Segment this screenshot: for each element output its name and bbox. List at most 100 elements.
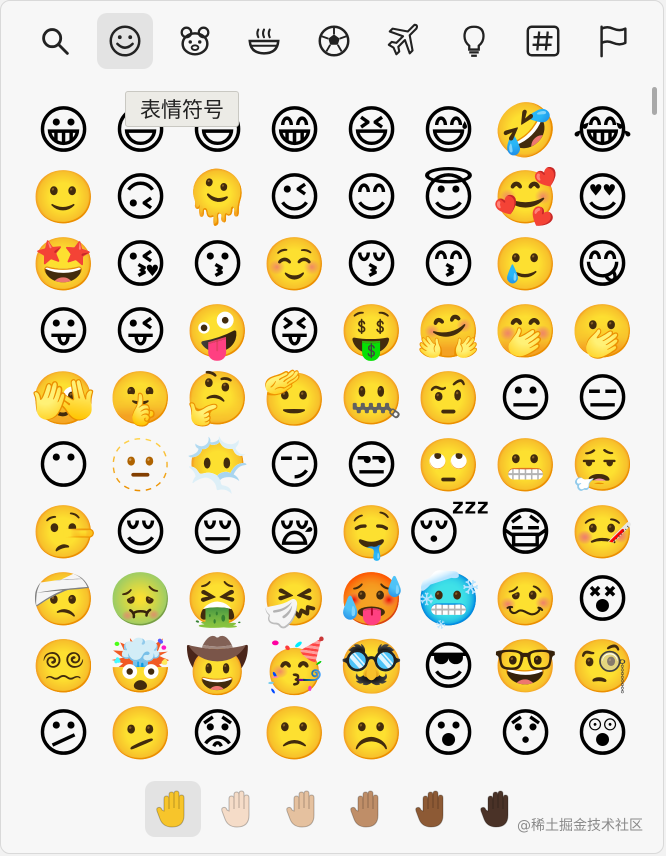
emoji-cell[interactable]: 🤑 <box>333 298 410 365</box>
category-flags-button[interactable] <box>585 13 641 69</box>
emoji-cell[interactable]: 🙄 <box>410 432 487 499</box>
emoji-cell[interactable]: 😯 <box>487 700 564 767</box>
emoji-cell[interactable]: 😏 <box>256 432 333 499</box>
emoji-cell[interactable]: 😇 <box>410 164 487 231</box>
raised-hand-icon <box>480 790 509 828</box>
emoji-cell[interactable]: 😚 <box>333 231 410 298</box>
skin-tone-button[interactable] <box>275 781 331 837</box>
emoji-cell[interactable]: 🙃 <box>102 164 179 231</box>
emoji-cell[interactable]: 🤨 <box>410 365 487 432</box>
emoji-cell[interactable]: 😜 <box>102 298 179 365</box>
emoji-cell[interactable]: 😘 <box>102 231 179 298</box>
emoji-cell[interactable]: 😵 <box>564 566 641 633</box>
emoji-cell[interactable]: 😟 <box>179 700 256 767</box>
emoji-grid: 😀 😃 😄 😁 😆 😅 🤣 😂 🙂 🙃 🫠 😉 😊 😇 🥰 😍 🤩 😘 😗 ☺️ 😚 😙 🥲 😋 😛 😜 🤪 😝 🤑 🤗 🤭 🫢 🫣 🤫 🤔 🫡 🤐 🤨 😐… <box>25 97 641 767</box>
emoji-cell[interactable]: 🤣 <box>487 97 564 164</box>
scrollbar[interactable] <box>652 87 657 115</box>
emoji-cell[interactable]: 😛 <box>25 298 102 365</box>
category-travel-button[interactable] <box>376 13 432 69</box>
emoji-cell[interactable]: 😆 <box>333 97 410 164</box>
emoji-cell[interactable]: 🤯 <box>102 633 179 700</box>
emoji-cell[interactable]: 😀 <box>25 97 102 164</box>
emoji-cell[interactable]: 😔 <box>179 499 256 566</box>
emoji-cell[interactable]: 🫠 <box>179 164 256 231</box>
raised-hand-icon <box>221 790 250 828</box>
category-food-button[interactable] <box>236 13 292 69</box>
emoji-cell[interactable]: 🫤 <box>102 700 179 767</box>
skin-tone-button[interactable] <box>339 781 395 837</box>
skin-tone-button[interactable] <box>145 781 201 837</box>
emoji-cell[interactable]: 😂 <box>564 97 641 164</box>
emoji-cell[interactable]: 🤔 <box>179 365 256 432</box>
emoji-cell[interactable]: 🤢 <box>102 566 179 633</box>
emoji-cell[interactable]: 🤠 <box>179 633 256 700</box>
emoji-cell[interactable]: 🤒 <box>564 499 641 566</box>
emoji-cell[interactable]: 🥵 <box>333 566 410 633</box>
emoji-cell[interactable]: 😬 <box>487 432 564 499</box>
emoji-cell[interactable]: 😑 <box>564 365 641 432</box>
emoji-cell[interactable]: 🥲 <box>487 231 564 298</box>
emoji-cell[interactable]: 🤭 <box>487 298 564 365</box>
category-objects-button[interactable] <box>446 13 502 69</box>
emoji-cell[interactable]: 🥶 <box>410 566 487 633</box>
emoji-cell[interactable]: 🫣 <box>25 365 102 432</box>
category-animals-button[interactable] <box>167 13 223 69</box>
emoji-cell[interactable]: 😵‍💫 <box>25 633 102 700</box>
category-activity-button[interactable] <box>306 13 362 69</box>
emoji-cell[interactable]: 🤗 <box>410 298 487 365</box>
emoji-cell[interactable]: ☹️ <box>333 700 410 767</box>
emoji-cell[interactable]: 🫡 <box>256 365 333 432</box>
category-symbols-button[interactable] <box>515 13 571 69</box>
emoji-cell[interactable]: ☺️ <box>256 231 333 298</box>
raised-hand-icon <box>350 790 379 828</box>
food-icon <box>248 28 280 55</box>
emoji-cell[interactable]: 🥸 <box>333 633 410 700</box>
search-button[interactable] <box>27 13 83 69</box>
emoji-cell[interactable]: 😒 <box>333 432 410 499</box>
emoji-cell[interactable]: 😮‍💨 <box>564 432 641 499</box>
emoji-cell[interactable]: 🤧 <box>256 566 333 633</box>
emoji-cell[interactable]: 🥴 <box>487 566 564 633</box>
emoji-cell[interactable]: 🥰 <box>487 164 564 231</box>
emoji-cell[interactable]: 🤥 <box>25 499 102 566</box>
emoji-cell[interactable]: 😴 <box>407 499 490 566</box>
emoji-cell[interactable]: 😪 <box>256 499 333 566</box>
emoji-cell[interactable]: 🧐 <box>564 633 641 700</box>
emoji-cell[interactable]: 🙂 <box>25 164 102 231</box>
soccer-ball-icon <box>318 25 350 57</box>
emoji-cell[interactable]: 🫢 <box>564 298 641 365</box>
emoji-cell[interactable]: 😶 <box>25 432 102 499</box>
emoji-cell[interactable]: 😐 <box>487 365 564 432</box>
emoji-cell[interactable]: 😋 <box>564 231 641 298</box>
emoji-cell[interactable]: 🤓 <box>487 633 564 700</box>
emoji-cell[interactable]: 😮 <box>410 700 487 767</box>
emoji-cell[interactable]: 😷 <box>487 499 564 566</box>
emoji-cell[interactable]: 🥳 <box>256 633 333 700</box>
emoji-cell[interactable]: 🤕 <box>25 566 102 633</box>
emoji-cell[interactable]: 😌 <box>102 499 179 566</box>
emoji-cell[interactable]: 🙁 <box>256 700 333 767</box>
emoji-cell[interactable]: 😁 <box>256 97 333 164</box>
emoji-cell[interactable]: 🤤 <box>333 499 410 566</box>
emoji-cell[interactable]: 😍 <box>564 164 641 231</box>
emoji-cell[interactable]: 😎 <box>410 633 487 700</box>
emoji-cell[interactable]: 😲 <box>564 700 641 767</box>
emoji-cell[interactable]: 🤐 <box>333 365 410 432</box>
skin-tone-button[interactable] <box>404 781 460 837</box>
emoji-cell[interactable]: 😶‍🌫️ <box>179 432 256 499</box>
emoji-cell[interactable]: 😝 <box>256 298 333 365</box>
emoji-cell[interactable]: 🤮 <box>179 566 256 633</box>
emoji-cell[interactable]: 😉 <box>256 164 333 231</box>
emoji-cell[interactable]: 🤪 <box>179 298 256 365</box>
category-smileys-button[interactable] <box>96 13 153 69</box>
skin-tone-button[interactable] <box>210 781 266 837</box>
emoji-cell[interactable]: 🤩 <box>25 231 102 298</box>
emoji-cell[interactable]: 🫥 <box>102 432 179 499</box>
emoji-cell[interactable]: 😕 <box>25 700 102 767</box>
airplane-icon <box>387 23 418 56</box>
emoji-cell[interactable]: 😅 <box>410 97 487 164</box>
emoji-cell[interactable]: 😗 <box>179 231 256 298</box>
emoji-cell[interactable]: 🤫 <box>102 365 179 432</box>
emoji-cell[interactable]: 😙 <box>410 231 487 298</box>
emoji-cell[interactable]: 😊 <box>333 164 410 231</box>
